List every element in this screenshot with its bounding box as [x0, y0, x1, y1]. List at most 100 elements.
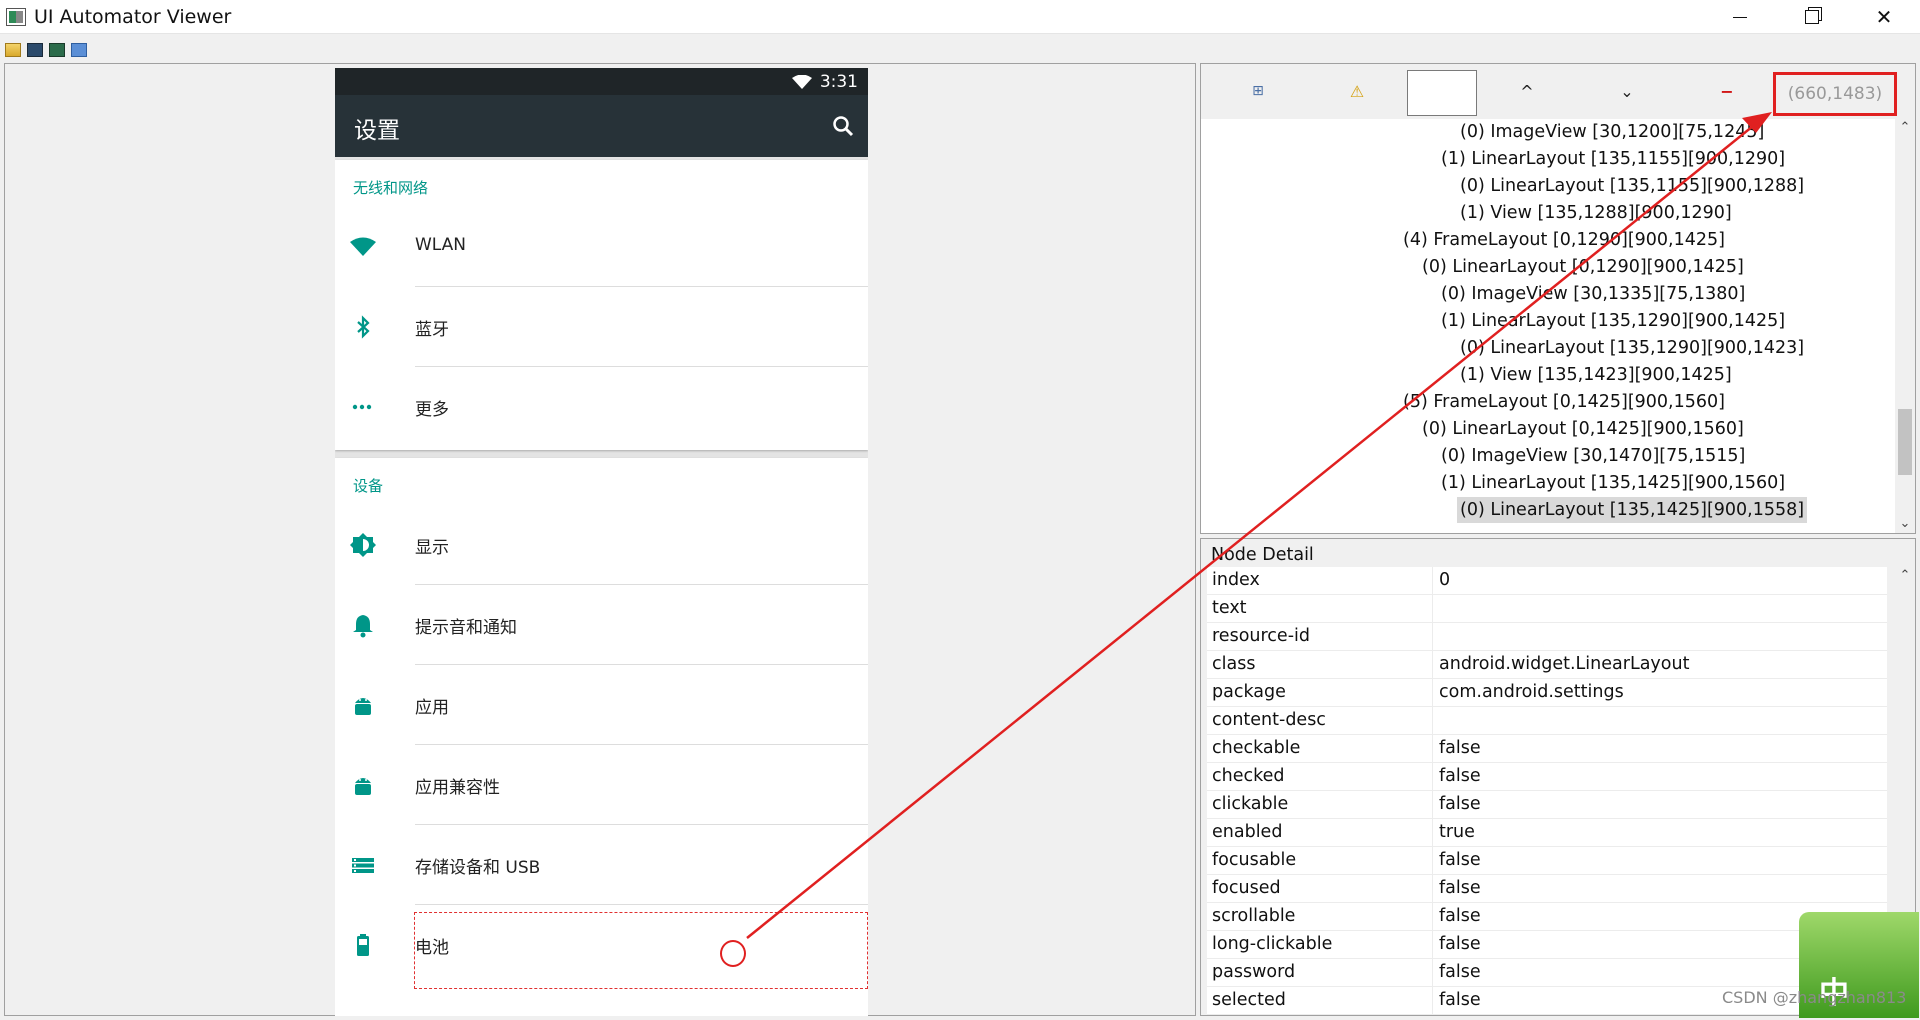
detail-key: enabled — [1212, 822, 1283, 842]
tree-node[interactable]: (0) LinearLayout [0,1290][900,1425] — [1422, 254, 1744, 280]
warning-icon[interactable]: ⚠ — [1347, 81, 1367, 101]
tree-node[interactable]: (1) LinearLayout [135,1290][900,1425] — [1441, 308, 1785, 334]
hierarchy-tree[interactable]: (0) ImageView [30,1200][75,1245] (1) Line… — [1201, 119, 1895, 533]
expand-all-icon[interactable]: ⊞ — [1248, 81, 1268, 101]
detail-row-index[interactable]: index 0 — [1207, 567, 1887, 595]
page-title: 设置 — [354, 118, 400, 144]
column-separator — [1432, 791, 1433, 819]
wireless-section: 无线和网络 WLAN 蓝牙 更多 — [335, 160, 868, 450]
detail-row-focused[interactable]: focused false — [1207, 875, 1887, 903]
next-node-button[interactable]: ⌄ — [1617, 81, 1637, 101]
coordinate-readout: (660,1483) — [1773, 72, 1897, 116]
detail-value: 0 — [1439, 570, 1451, 590]
tree-node[interactable]: (0) ImageView [30,1470][75,1515] — [1441, 443, 1745, 469]
detail-row-checkable[interactable]: checkable false — [1207, 735, 1887, 763]
more-icon — [352, 404, 372, 410]
detail-key: text — [1212, 598, 1247, 618]
detail-row-focusable[interactable]: focusable false — [1207, 847, 1887, 875]
bell-icon — [353, 615, 373, 638]
save-icon[interactable] — [71, 43, 87, 57]
battery-icon — [357, 934, 369, 956]
tree-node[interactable]: (1) View [135,1423][900,1425] — [1460, 362, 1732, 388]
column-separator — [1432, 707, 1433, 735]
device-screenshot-compressed-icon[interactable] — [49, 43, 65, 57]
detail-value: com.android.settings — [1439, 682, 1624, 702]
detail-value: false — [1439, 990, 1481, 1010]
column-separator — [1432, 623, 1433, 651]
detail-row-scrollable[interactable]: scrollable false — [1207, 903, 1887, 931]
detail-value: false — [1439, 766, 1481, 786]
settings-item-sound-notification[interactable]: 提示音和通知 — [335, 585, 868, 665]
detail-row-password[interactable]: password false — [1207, 959, 1887, 987]
column-separator — [1432, 819, 1433, 847]
previous-node-button[interactable]: ^ — [1517, 81, 1537, 101]
tree-node[interactable]: (1) View [135,1288][900,1290] — [1460, 200, 1732, 226]
scroll-thumb[interactable] — [1898, 409, 1912, 475]
close-button[interactable]: ✕ — [1848, 0, 1920, 34]
tree-node[interactable]: (0) ImageView [30,1200][75,1245] — [1460, 119, 1764, 145]
detail-key: clickable — [1212, 794, 1289, 814]
settings-item-storage-usb[interactable]: 存储设备和 USB — [335, 825, 868, 905]
tree-node[interactable]: (1) LinearLayout [135,1155][900,1290] — [1441, 146, 1785, 172]
detail-row-enabled[interactable]: enabled true — [1207, 819, 1887, 847]
detail-value: false — [1439, 850, 1481, 870]
detail-row-resource-id[interactable]: resource-id — [1207, 623, 1887, 651]
settings-item-app-compatibility[interactable]: 应用兼容性 — [335, 745, 868, 825]
node-detail-title: Node Detail — [1211, 545, 1314, 565]
settings-item-wlan[interactable]: WLAN — [335, 207, 868, 287]
detail-row-clickable[interactable]: clickable false — [1207, 791, 1887, 819]
detail-key: focusable — [1212, 850, 1297, 870]
maximize-button[interactable] — [1776, 0, 1848, 34]
detail-key: checkable — [1212, 738, 1301, 758]
scroll-up-icon[interactable]: ⌃ — [1895, 567, 1915, 585]
settings-item-more[interactable]: 更多 — [335, 367, 868, 447]
detail-value: false — [1439, 906, 1481, 926]
detail-row-checked[interactable]: checked false — [1207, 763, 1887, 791]
detail-key: selected — [1212, 990, 1286, 1010]
tree-node[interactable]: (0) ImageView [30,1335][75,1380] — [1441, 281, 1745, 307]
search-icon[interactable] — [832, 115, 854, 137]
detail-key: checked — [1212, 766, 1285, 786]
collapse-icon[interactable]: − — [1717, 81, 1737, 101]
detail-value: false — [1439, 738, 1481, 758]
settings-item-label: 应用兼容性 — [415, 778, 500, 798]
settings-item-display[interactable]: 显示 — [335, 505, 868, 585]
detail-value: android.widget.LinearLayout — [1439, 654, 1690, 674]
column-separator — [1432, 595, 1433, 623]
settings-item-apps[interactable]: 应用 — [335, 665, 868, 745]
tree-scrollbar[interactable]: ⌃ ⌄ — [1895, 119, 1915, 533]
minimize-button[interactable] — [1704, 0, 1776, 34]
tree-node[interactable]: (5) FrameLayout [0,1425][900,1560] — [1403, 389, 1725, 415]
detail-row-text[interactable]: text — [1207, 595, 1887, 623]
open-folder-icon[interactable] — [5, 43, 21, 57]
detail-row-class[interactable]: class android.widget.LinearLayout — [1207, 651, 1887, 679]
scroll-down-icon[interactable]: ⌄ — [1895, 515, 1915, 533]
detail-key: class — [1212, 654, 1256, 674]
tree-node[interactable]: (0) LinearLayout [135,1290][900,1423] — [1460, 335, 1804, 361]
device-screenshot[interactable]: 3:31 设置 无线和网络 WLAN 蓝牙 更多 设备 显示 提示音和通知 应用… — [335, 68, 868, 1016]
title-bar: UI Automator Viewer ✕ — [0, 0, 1920, 34]
tree-node[interactable]: (0) LinearLayout [0,1425][900,1560] — [1422, 416, 1744, 442]
window-title: UI Automator Viewer — [34, 5, 232, 28]
detail-row-long-clickable[interactable]: long-clickable false — [1207, 931, 1887, 959]
section-title-wireless: 无线和网络 — [353, 179, 429, 197]
scroll-up-icon[interactable]: ⌃ — [1895, 119, 1915, 137]
tree-node[interactable]: (4) FrameLayout [0,1290][900,1425] — [1403, 227, 1725, 253]
filter-input[interactable] — [1407, 70, 1477, 116]
tree-node-selected[interactable]: (0) LinearLayout [135,1425][900,1558] — [1457, 497, 1808, 523]
device-screenshot-icon[interactable] — [27, 43, 43, 57]
settings-item-label: 蓝牙 — [415, 320, 449, 340]
detail-row-content-desc[interactable]: content-desc — [1207, 707, 1887, 735]
detail-row-package[interactable]: package com.android.settings — [1207, 679, 1887, 707]
storage-icon — [352, 858, 374, 873]
detail-value: false — [1439, 878, 1481, 898]
detail-key: long-clickable — [1212, 934, 1333, 954]
detail-key: focused — [1212, 878, 1281, 898]
watermark: CSDN @zhangzhan813 — [1722, 988, 1907, 1007]
tree-node[interactable]: (1) LinearLayout [135,1425][900,1560] — [1441, 470, 1785, 496]
detail-key: password — [1212, 962, 1296, 982]
settings-item-bluetooth[interactable]: 蓝牙 — [335, 287, 868, 367]
android-icon — [355, 698, 371, 715]
tree-node[interactable]: (0) LinearLayout [135,1155][900,1288] — [1460, 173, 1804, 199]
column-separator — [1432, 735, 1433, 763]
